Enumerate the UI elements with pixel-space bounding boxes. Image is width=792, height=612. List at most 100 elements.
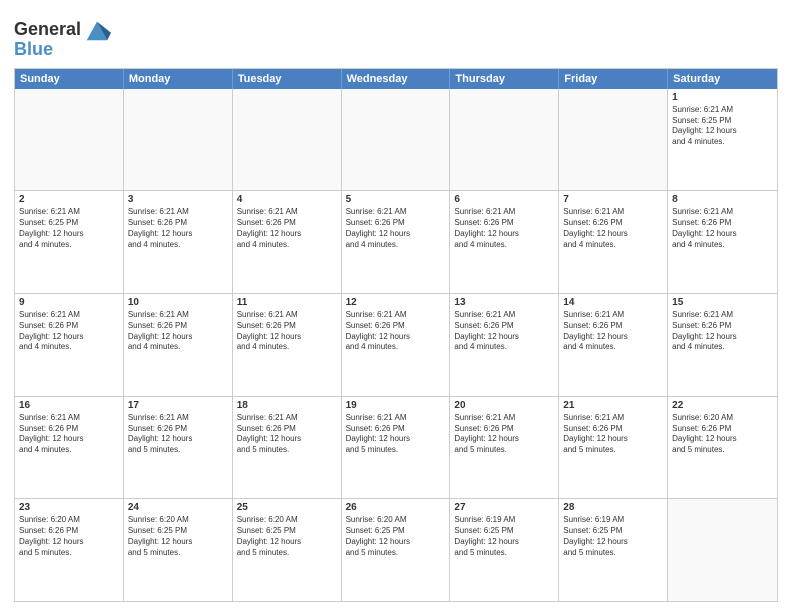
day-info: Sunrise: 6:21 AM Sunset: 6:26 PM Dayligh… <box>346 310 446 353</box>
logo-icon <box>83 16 111 44</box>
cal-cell <box>233 89 342 191</box>
day-info: Sunrise: 6:21 AM Sunset: 6:26 PM Dayligh… <box>672 207 773 250</box>
day-number: 9 <box>19 297 119 308</box>
day-number: 10 <box>128 297 228 308</box>
cal-cell: 17 Sunrise: 6:21 AM Sunset: 6:26 PM Dayli… <box>124 397 233 499</box>
day-info: Sunrise: 6:20 AM Sunset: 6:26 PM Dayligh… <box>672 413 773 456</box>
week-row-2: 9 Sunrise: 6:21 AM Sunset: 6:26 PM Daylig… <box>15 294 777 397</box>
day-info: Sunrise: 6:21 AM Sunset: 6:26 PM Dayligh… <box>237 207 337 250</box>
cal-cell: 14 Sunrise: 6:21 AM Sunset: 6:26 PM Dayli… <box>559 294 668 396</box>
cal-cell: 18 Sunrise: 6:21 AM Sunset: 6:26 PM Dayli… <box>233 397 342 499</box>
day-info: Sunrise: 6:19 AM Sunset: 6:25 PM Dayligh… <box>454 515 554 558</box>
cal-cell: 20 Sunrise: 6:21 AM Sunset: 6:26 PM Dayli… <box>450 397 559 499</box>
day-number: 12 <box>346 297 446 308</box>
cal-cell: 1Sunrise: 6:21 AM Sunset: 6:25 PM Daylig… <box>668 89 777 191</box>
day-info: Sunrise: 6:21 AM Sunset: 6:26 PM Dayligh… <box>454 413 554 456</box>
cal-cell: 26 Sunrise: 6:20 AM Sunset: 6:25 PM Dayli… <box>342 499 451 601</box>
header-day-monday: Monday <box>124 69 233 89</box>
week-row-3: 16 Sunrise: 6:21 AM Sunset: 6:26 PM Dayli… <box>15 397 777 500</box>
day-info: Sunrise: 6:21 AM Sunset: 6:26 PM Dayligh… <box>346 413 446 456</box>
day-info: Sunrise: 6:21 AM Sunset: 6:26 PM Dayligh… <box>454 310 554 353</box>
day-info: Sunrise: 6:21 AM Sunset: 6:26 PM Dayligh… <box>454 207 554 250</box>
day-number: 11 <box>237 297 337 308</box>
day-info: Sunrise: 6:21 AM Sunset: 6:26 PM Dayligh… <box>19 310 119 353</box>
cal-cell: 5Sunrise: 6:21 AM Sunset: 6:26 PM Daylig… <box>342 191 451 293</box>
day-info: Sunrise: 6:21 AM Sunset: 6:25 PM Dayligh… <box>19 207 119 250</box>
header-day-wednesday: Wednesday <box>342 69 451 89</box>
day-number: 25 <box>237 502 337 513</box>
day-info: Sunrise: 6:20 AM Sunset: 6:25 PM Dayligh… <box>237 515 337 558</box>
cal-cell: 2Sunrise: 6:21 AM Sunset: 6:25 PM Daylig… <box>15 191 124 293</box>
day-info: Sunrise: 6:21 AM Sunset: 6:26 PM Dayligh… <box>237 413 337 456</box>
logo: General Blue <box>14 16 111 60</box>
day-number: 21 <box>563 400 663 411</box>
cal-cell: 19 Sunrise: 6:21 AM Sunset: 6:26 PM Dayli… <box>342 397 451 499</box>
cal-cell <box>15 89 124 191</box>
day-number: 17 <box>128 400 228 411</box>
day-number: 19 <box>346 400 446 411</box>
day-number: 26 <box>346 502 446 513</box>
day-number: 23 <box>19 502 119 513</box>
cal-cell: 28Sunrise: 6:19 AM Sunset: 6:25 PM Dayli… <box>559 499 668 601</box>
day-info: Sunrise: 6:21 AM Sunset: 6:25 PM Dayligh… <box>672 105 773 148</box>
header-day-saturday: Saturday <box>668 69 777 89</box>
page: General Blue SundayMondayTuesdayWednesda… <box>0 0 792 612</box>
logo-text-blue: Blue <box>14 40 53 60</box>
week-row-0: 1Sunrise: 6:21 AM Sunset: 6:25 PM Daylig… <box>15 89 777 192</box>
cal-cell: 13 Sunrise: 6:21 AM Sunset: 6:26 PM Dayli… <box>450 294 559 396</box>
header-day-tuesday: Tuesday <box>233 69 342 89</box>
header-day-sunday: Sunday <box>15 69 124 89</box>
calendar-body: 1Sunrise: 6:21 AM Sunset: 6:25 PM Daylig… <box>15 89 777 601</box>
cal-cell: 27 Sunrise: 6:19 AM Sunset: 6:25 PM Dayli… <box>450 499 559 601</box>
header: General Blue <box>14 12 778 60</box>
cal-cell: 8Sunrise: 6:21 AM Sunset: 6:26 PM Daylig… <box>668 191 777 293</box>
cal-cell: 15 Sunrise: 6:21 AM Sunset: 6:26 PM Dayli… <box>668 294 777 396</box>
cal-cell <box>668 499 777 601</box>
cal-cell: 12 Sunrise: 6:21 AM Sunset: 6:26 PM Dayli… <box>342 294 451 396</box>
cal-cell <box>450 89 559 191</box>
day-number: 14 <box>563 297 663 308</box>
day-number: 13 <box>454 297 554 308</box>
day-number: 15 <box>672 297 773 308</box>
day-info: Sunrise: 6:20 AM Sunset: 6:26 PM Dayligh… <box>19 515 119 558</box>
cal-cell: 16 Sunrise: 6:21 AM Sunset: 6:26 PM Dayli… <box>15 397 124 499</box>
cal-cell <box>342 89 451 191</box>
day-number: 18 <box>237 400 337 411</box>
day-number: 24 <box>128 502 228 513</box>
cal-cell: 11 Sunrise: 6:21 AM Sunset: 6:26 PM Dayli… <box>233 294 342 396</box>
cal-cell: 10 Sunrise: 6:21 AM Sunset: 6:26 PM Dayli… <box>124 294 233 396</box>
day-info: Sunrise: 6:20 AM Sunset: 6:25 PM Dayligh… <box>128 515 228 558</box>
cal-cell: 23 Sunrise: 6:20 AM Sunset: 6:26 PM Dayli… <box>15 499 124 601</box>
day-info: Sunrise: 6:19 AM Sunset: 6:25 PM Dayligh… <box>563 515 663 558</box>
header-day-friday: Friday <box>559 69 668 89</box>
day-number: 7 <box>563 194 663 205</box>
day-number: 6 <box>454 194 554 205</box>
cal-cell: 24 Sunrise: 6:20 AM Sunset: 6:25 PM Dayli… <box>124 499 233 601</box>
calendar: SundayMondayTuesdayWednesdayThursdayFrid… <box>14 68 778 602</box>
cal-cell: 21 Sunrise: 6:21 AM Sunset: 6:26 PM Dayli… <box>559 397 668 499</box>
cal-cell: 25 Sunrise: 6:20 AM Sunset: 6:25 PM Dayli… <box>233 499 342 601</box>
day-info: Sunrise: 6:20 AM Sunset: 6:25 PM Dayligh… <box>346 515 446 558</box>
day-info: Sunrise: 6:21 AM Sunset: 6:26 PM Dayligh… <box>563 413 663 456</box>
logo-text-general: General <box>14 20 81 40</box>
day-info: Sunrise: 6:21 AM Sunset: 6:26 PM Dayligh… <box>19 413 119 456</box>
day-info: Sunrise: 6:21 AM Sunset: 6:26 PM Dayligh… <box>563 310 663 353</box>
week-row-4: 23 Sunrise: 6:20 AM Sunset: 6:26 PM Dayli… <box>15 499 777 601</box>
day-number: 22 <box>672 400 773 411</box>
day-number: 20 <box>454 400 554 411</box>
cal-cell: 4 Sunrise: 6:21 AM Sunset: 6:26 PM Daylig… <box>233 191 342 293</box>
cal-cell: 3Sunrise: 6:21 AM Sunset: 6:26 PM Daylig… <box>124 191 233 293</box>
day-info: Sunrise: 6:21 AM Sunset: 6:26 PM Dayligh… <box>563 207 663 250</box>
cal-cell <box>124 89 233 191</box>
day-info: Sunrise: 6:21 AM Sunset: 6:26 PM Dayligh… <box>672 310 773 353</box>
day-number: 4 <box>237 194 337 205</box>
day-info: Sunrise: 6:21 AM Sunset: 6:26 PM Dayligh… <box>237 310 337 353</box>
cal-cell: 9 Sunrise: 6:21 AM Sunset: 6:26 PM Daylig… <box>15 294 124 396</box>
day-info: Sunrise: 6:21 AM Sunset: 6:26 PM Dayligh… <box>128 207 228 250</box>
day-info: Sunrise: 6:21 AM Sunset: 6:26 PM Dayligh… <box>128 310 228 353</box>
day-number: 27 <box>454 502 554 513</box>
day-number: 16 <box>19 400 119 411</box>
cal-cell: 22 Sunrise: 6:20 AM Sunset: 6:26 PM Dayli… <box>668 397 777 499</box>
day-info: Sunrise: 6:21 AM Sunset: 6:26 PM Dayligh… <box>128 413 228 456</box>
cal-cell <box>559 89 668 191</box>
